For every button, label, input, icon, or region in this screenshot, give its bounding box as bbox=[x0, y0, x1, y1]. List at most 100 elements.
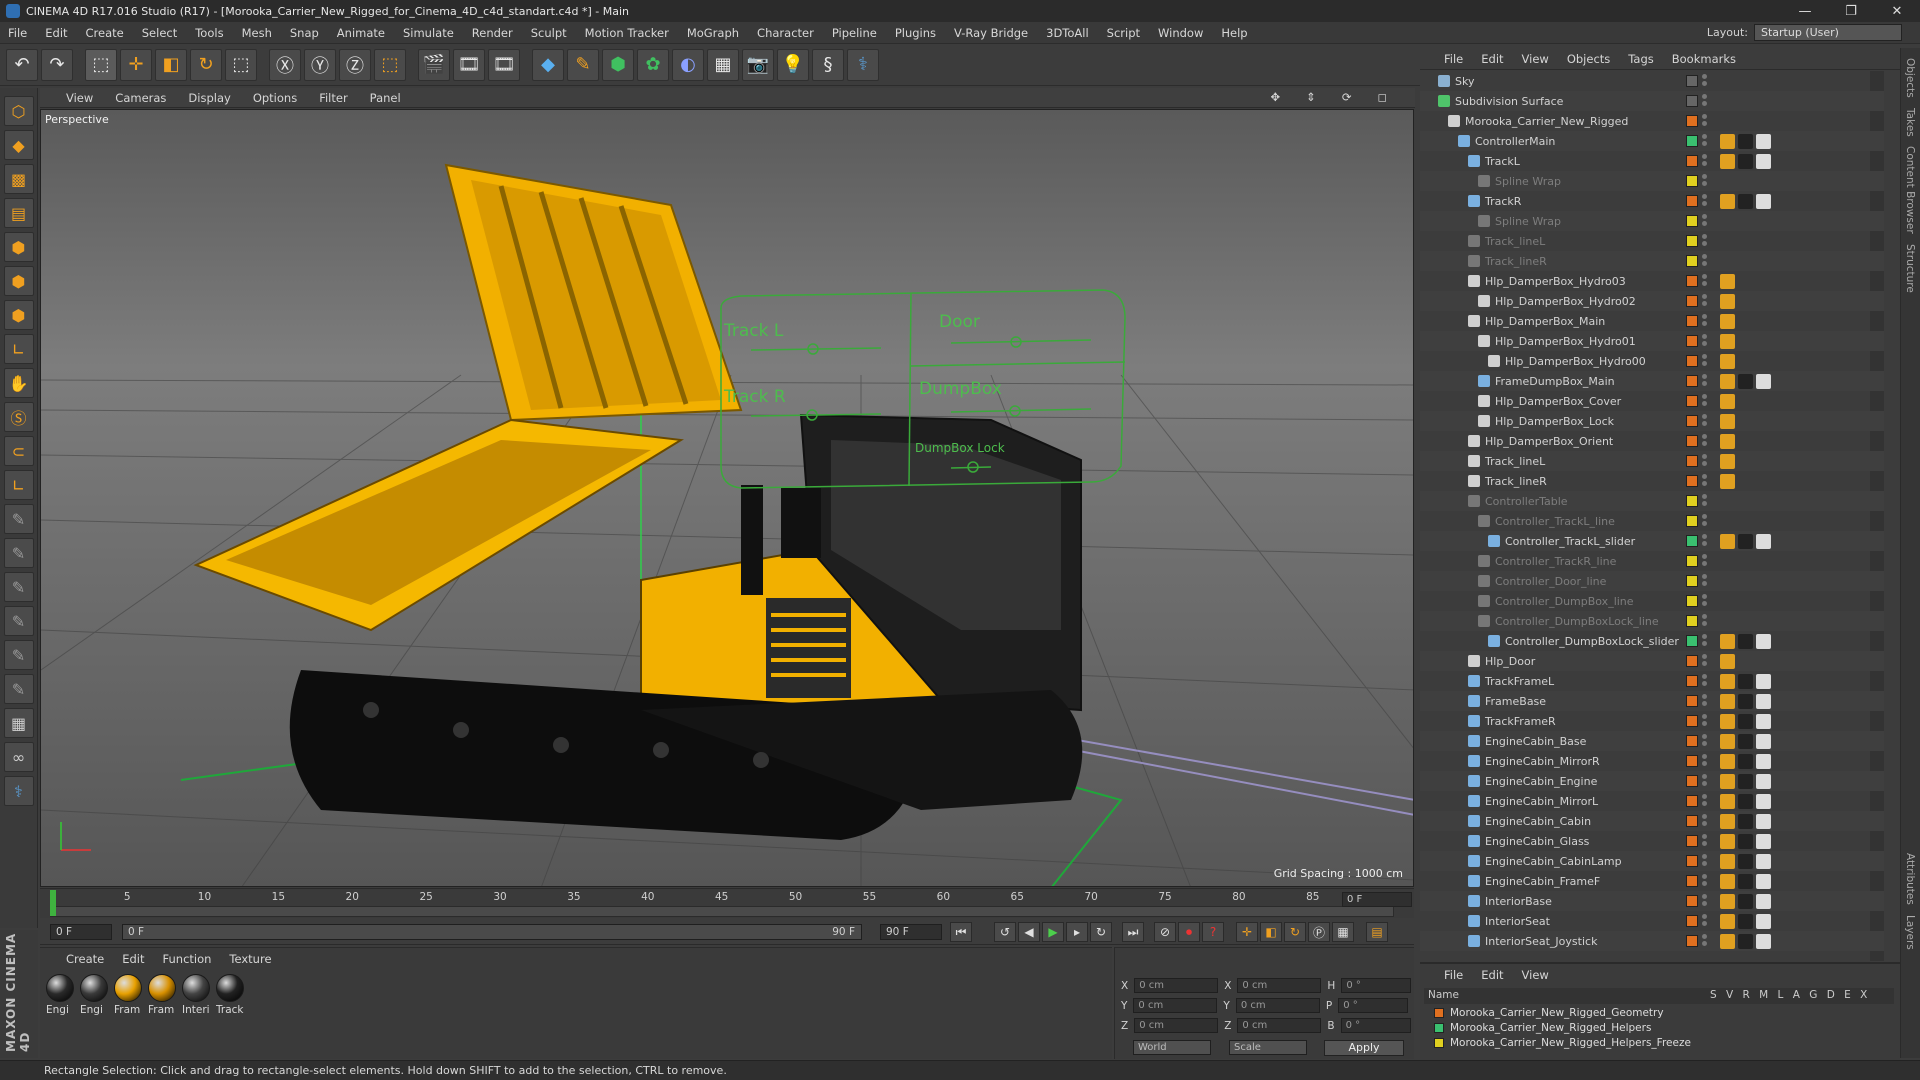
object-tag-icon[interactable] bbox=[1720, 273, 1735, 289]
viewport-menu-view[interactable]: View bbox=[66, 91, 93, 105]
menu-select[interactable]: Select bbox=[142, 26, 177, 40]
editor-visibility-dot[interactable] bbox=[1702, 454, 1707, 459]
object-tag-icon[interactable] bbox=[1720, 773, 1735, 789]
menu-mograph[interactable]: MoGraph bbox=[687, 26, 739, 40]
render-visibility-dot[interactable] bbox=[1702, 921, 1707, 926]
object-row[interactable]: Hlp_DamperBox_Hydro02 bbox=[1420, 291, 1884, 311]
size-z-field[interactable]: 0 cm bbox=[1237, 1018, 1322, 1033]
visibility-dots[interactable] bbox=[1702, 514, 1708, 528]
render-visibility-dot[interactable] bbox=[1702, 181, 1707, 186]
visibility-dots[interactable] bbox=[1702, 374, 1708, 388]
editor-visibility-dot[interactable] bbox=[1702, 794, 1707, 799]
editor-visibility-dot[interactable] bbox=[1702, 254, 1707, 259]
object-tag-icon[interactable] bbox=[1738, 753, 1753, 769]
material-swatch[interactable]: Track bbox=[216, 974, 246, 1016]
layer-color-tag[interactable] bbox=[1686, 595, 1698, 607]
object-tag-icon[interactable] bbox=[1720, 433, 1735, 449]
visibility-dots[interactable] bbox=[1702, 914, 1708, 928]
layer-color-tag[interactable] bbox=[1686, 715, 1698, 727]
object-tag-icon[interactable] bbox=[1720, 913, 1735, 929]
layer-color-tag[interactable] bbox=[1686, 615, 1698, 627]
object-row[interactable]: TrackFrameR bbox=[1420, 711, 1884, 731]
grid-lock-icon[interactable]: ▦ bbox=[3, 708, 34, 738]
move-icon[interactable]: ✛ bbox=[120, 48, 152, 81]
object-tag-icon[interactable] bbox=[1738, 693, 1753, 709]
object-row[interactable]: EngineCabin_MirrorL bbox=[1420, 791, 1884, 811]
object-name[interactable]: Sky bbox=[1455, 75, 1474, 88]
python-tool-icon[interactable]: ⚕ bbox=[3, 776, 34, 806]
object-name[interactable]: Track_lineR bbox=[1485, 475, 1547, 488]
render-visibility-dot[interactable] bbox=[1702, 821, 1707, 826]
coordinate-mode-dropdown[interactable]: World bbox=[1133, 1040, 1211, 1055]
subdivision-icon[interactable]: ⬢ bbox=[602, 48, 634, 81]
next-frame-icon[interactable]: ▸ bbox=[1066, 922, 1088, 942]
keyframe-selection-icon[interactable]: ? bbox=[1202, 922, 1224, 942]
editor-visibility-dot[interactable] bbox=[1702, 434, 1707, 439]
layer-color-tag[interactable] bbox=[1686, 755, 1698, 767]
object-row[interactable]: Track_lineL bbox=[1420, 231, 1884, 251]
layer-color-tag[interactable] bbox=[1686, 935, 1698, 947]
objects-menu-bookmarks[interactable]: Bookmarks bbox=[1672, 52, 1736, 66]
size-y-field[interactable]: 0 cm bbox=[1235, 998, 1320, 1013]
object-tag-icon[interactable] bbox=[1738, 673, 1753, 689]
spline-icon[interactable]: ∞ bbox=[3, 742, 34, 772]
visibility-dots[interactable] bbox=[1702, 314, 1708, 328]
object-name[interactable]: Hlp_DamperBox_Hydro03 bbox=[1485, 275, 1626, 288]
viewport-menu-cameras[interactable]: Cameras bbox=[115, 91, 166, 105]
object-row[interactable]: Hlp_DamperBox_Cover bbox=[1420, 391, 1884, 411]
visibility-dots[interactable] bbox=[1702, 154, 1708, 168]
render-visibility-dot[interactable] bbox=[1702, 261, 1707, 266]
editor-visibility-dot[interactable] bbox=[1702, 934, 1707, 939]
render-visibility-dot[interactable] bbox=[1702, 401, 1707, 406]
object-row[interactable]: Sky bbox=[1420, 71, 1884, 91]
play-icon[interactable]: ▶ bbox=[1042, 922, 1064, 942]
render-visibility-dot[interactable] bbox=[1702, 761, 1707, 766]
sculpt-tool-icon[interactable]: ✎ bbox=[3, 504, 34, 534]
takes-tab[interactable]: Takes bbox=[1904, 108, 1916, 137]
render-visibility-dot[interactable] bbox=[1702, 481, 1707, 486]
editor-visibility-dot[interactable] bbox=[1702, 654, 1707, 659]
editor-visibility-dot[interactable] bbox=[1702, 154, 1707, 159]
viewport-camera-label[interactable]: Perspective bbox=[45, 113, 109, 126]
object-name[interactable]: Hlp_DamperBox_Lock bbox=[1495, 415, 1614, 428]
object-tag-icon[interactable] bbox=[1720, 933, 1735, 949]
menu-animate[interactable]: Animate bbox=[337, 26, 385, 40]
visibility-dots[interactable] bbox=[1702, 414, 1708, 428]
axis-mode-icon[interactable]: ∟ bbox=[3, 334, 34, 364]
editor-visibility-dot[interactable] bbox=[1702, 714, 1707, 719]
material-menu-texture[interactable]: Texture bbox=[229, 952, 271, 966]
visibility-dots[interactable] bbox=[1702, 614, 1708, 628]
layer-color-tag[interactable] bbox=[1686, 135, 1698, 147]
object-tag-icon[interactable] bbox=[1720, 833, 1735, 849]
object-tag-icon[interactable] bbox=[1720, 453, 1735, 469]
editor-visibility-dot[interactable] bbox=[1702, 554, 1707, 559]
visibility-dots[interactable] bbox=[1702, 234, 1708, 248]
visibility-dots[interactable] bbox=[1702, 194, 1708, 208]
rotate-icon[interactable]: ↻ bbox=[190, 48, 222, 81]
visibility-dots[interactable] bbox=[1702, 934, 1708, 948]
sculpt-pull-icon[interactable]: ✎ bbox=[3, 538, 34, 568]
layer-color-tag[interactable] bbox=[1686, 195, 1698, 207]
editor-visibility-dot[interactable] bbox=[1702, 114, 1707, 119]
editor-visibility-dot[interactable] bbox=[1702, 814, 1707, 819]
rot-b-field[interactable]: 0 ° bbox=[1340, 1018, 1411, 1033]
tweak-icon[interactable]: ✋ bbox=[3, 368, 34, 398]
object-tag-icon[interactable] bbox=[1738, 713, 1753, 729]
editor-visibility-dot[interactable] bbox=[1702, 374, 1707, 379]
layer-color-tag[interactable] bbox=[1686, 95, 1698, 107]
menu-character[interactable]: Character bbox=[757, 26, 814, 40]
object-row[interactable]: Track_lineR bbox=[1420, 251, 1884, 271]
x-axis-icon[interactable]: Ⓧ bbox=[269, 48, 301, 81]
object-row[interactable]: EngineCabin_MirrorR bbox=[1420, 751, 1884, 771]
layer-color-tag[interactable] bbox=[1686, 495, 1698, 507]
object-name[interactable]: FrameDumpBox_Main bbox=[1495, 375, 1615, 388]
object-tag-icon[interactable] bbox=[1720, 153, 1735, 169]
object-tag-icon[interactable] bbox=[1738, 933, 1753, 949]
editor-visibility-dot[interactable] bbox=[1702, 854, 1707, 859]
editor-visibility-dot[interactable] bbox=[1702, 274, 1707, 279]
object-tag-icon[interactable] bbox=[1720, 393, 1735, 409]
visibility-dots[interactable] bbox=[1702, 854, 1708, 868]
menu-motion-tracker[interactable]: Motion Tracker bbox=[585, 26, 669, 40]
menu-window[interactable]: Window bbox=[1158, 26, 1203, 40]
object-row[interactable]: Spline Wrap bbox=[1420, 171, 1884, 191]
